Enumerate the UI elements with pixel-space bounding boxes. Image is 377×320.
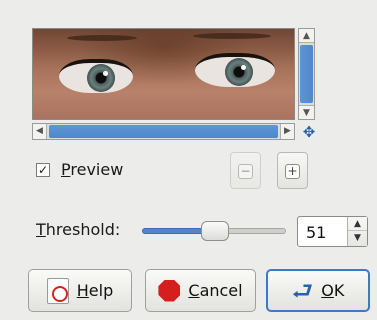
preview-area: ▲ ▼ ◀ ▶ ✥ <box>30 26 317 140</box>
stop-icon <box>158 279 181 302</box>
navigate-move-icon[interactable]: ✥ <box>301 124 317 140</box>
spin-buttons: ▲ ▼ <box>347 217 367 246</box>
scroll-down-icon[interactable]: ▼ <box>299 105 314 119</box>
vertical-scrollbar[interactable]: ▲ ▼ <box>298 28 315 120</box>
horizontal-scroll-thumb[interactable] <box>49 125 278 138</box>
preview-label[interactable]: Preview <box>61 160 123 179</box>
zoom-in-button[interactable]: + <box>277 152 308 189</box>
threshold-label: Threshold: <box>36 220 121 239</box>
preview-checkbox[interactable]: ✓ <box>36 163 50 177</box>
decrement-icon[interactable]: ▼ <box>348 231 367 245</box>
help-button[interactable]: Help <box>28 269 132 312</box>
red-eye-removal-dialog: ▲ ▼ ◀ ▶ ✥ ✓ Preview − + Threshold: 51 ▲ … <box>0 0 377 320</box>
zoom-out-icon: − <box>238 164 253 179</box>
help-icon <box>46 277 69 304</box>
zoom-in-icon: + <box>285 164 300 179</box>
increment-icon[interactable]: ▲ <box>348 217 367 231</box>
help-label: Help <box>76 281 114 300</box>
scroll-left-icon[interactable]: ◀ <box>33 124 47 139</box>
scroll-right-icon[interactable]: ▶ <box>280 124 294 139</box>
vertical-scroll-thumb[interactable] <box>300 45 313 103</box>
ok-label: OK <box>321 281 345 300</box>
cancel-label: Cancel <box>188 281 243 300</box>
scroll-up-icon[interactable]: ▲ <box>299 29 314 43</box>
preview-image[interactable] <box>32 28 295 120</box>
threshold-spinbox[interactable]: 51 ▲ ▼ <box>297 216 368 247</box>
horizontal-scrollbar[interactable]: ◀ ▶ <box>32 123 295 140</box>
ok-button[interactable]: ⮐ OK <box>266 269 370 312</box>
zoom-out-button[interactable]: − <box>230 152 261 189</box>
cancel-button[interactable]: Cancel <box>145 269 256 312</box>
enter-arrow-icon: ⮐ <box>291 276 314 305</box>
threshold-slider-handle[interactable] <box>201 221 229 241</box>
threshold-value[interactable]: 51 <box>306 223 326 242</box>
